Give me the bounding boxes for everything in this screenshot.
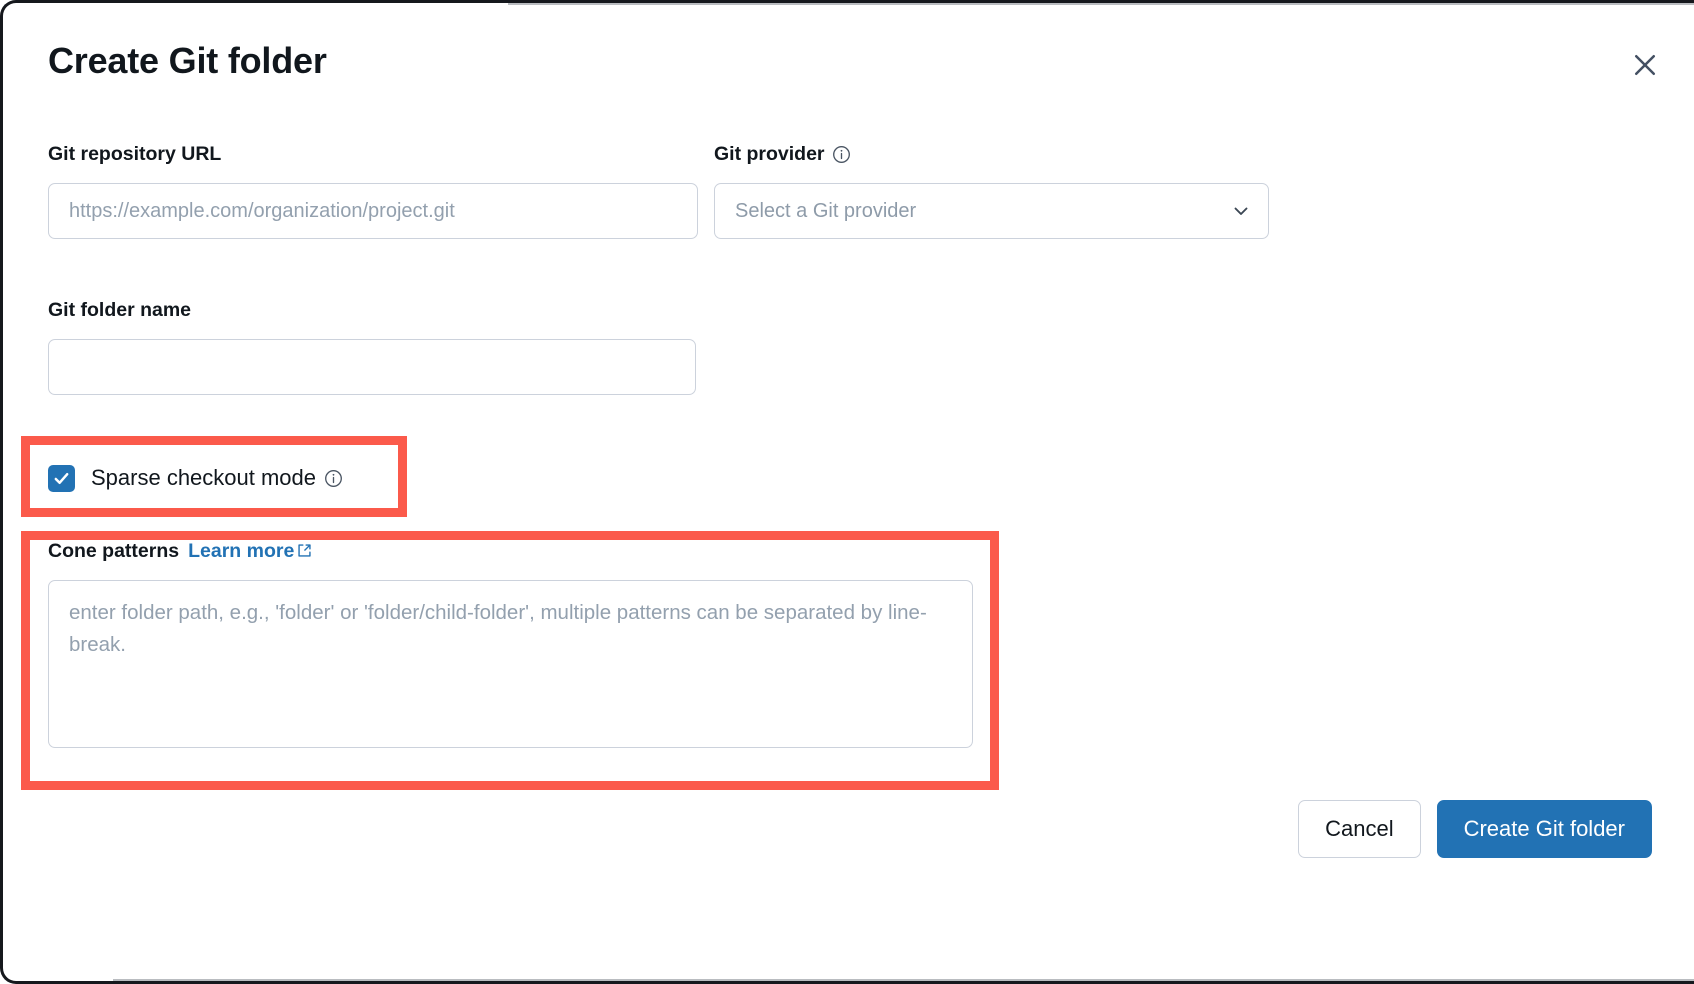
learn-more-text: Learn more — [188, 540, 295, 562]
external-link-icon — [297, 543, 312, 558]
info-icon[interactable] — [324, 469, 343, 488]
cone-patterns-label: Cone patterns — [48, 540, 180, 562]
git-provider-select[interactable]: Select a Git provider — [714, 183, 1269, 240]
close-button[interactable] — [1623, 43, 1667, 87]
cone-patterns-header: Cone patterns Learn more — [48, 540, 973, 563]
checkmark-icon — [52, 469, 71, 488]
dialog-title: Create Git folder — [48, 40, 327, 81]
git-provider-label-text: Git provider — [714, 143, 825, 165]
sparse-checkout-checkbox[interactable] — [48, 465, 75, 492]
git-folder-name-input[interactable] — [48, 339, 696, 396]
git-repository-url-field: Git repository URL — [48, 143, 698, 240]
close-icon — [1630, 50, 1660, 80]
cancel-button[interactable]: Cancel — [1298, 800, 1421, 858]
dialog-footer: Cancel Create Git folder — [1298, 800, 1652, 858]
git-repository-url-input[interactable] — [48, 183, 698, 240]
create-git-folder-dialog: Create Git folder Git repository URL Git… — [3, 3, 1694, 981]
create-git-folder-button[interactable]: Create Git folder — [1436, 800, 1652, 858]
git-folder-name-field: Git folder name — [48, 299, 696, 396]
git-provider-field: Git provider Select a Git provider — [714, 143, 1269, 240]
cone-patterns-textarea[interactable] — [48, 580, 973, 749]
git-provider-label: Git provider — [714, 143, 1269, 166]
cone-patterns-field: Cone patterns Learn more — [48, 540, 973, 753]
git-folder-name-label: Git folder name — [48, 299, 192, 321]
sparse-checkout-label[interactable]: Sparse checkout mode — [91, 465, 343, 491]
git-provider-select-wrap: Select a Git provider — [714, 183, 1269, 240]
sparse-checkout-label-text: Sparse checkout mode — [91, 465, 317, 491]
info-icon[interactable] — [832, 145, 851, 164]
learn-more-link[interactable]: Learn more — [188, 540, 312, 563]
window-frame: Create Git folder Git repository URL Git… — [0, 0, 1694, 984]
git-repository-url-label: Git repository URL — [48, 143, 222, 165]
sparse-checkout-row[interactable]: Sparse checkout mode — [48, 465, 343, 492]
